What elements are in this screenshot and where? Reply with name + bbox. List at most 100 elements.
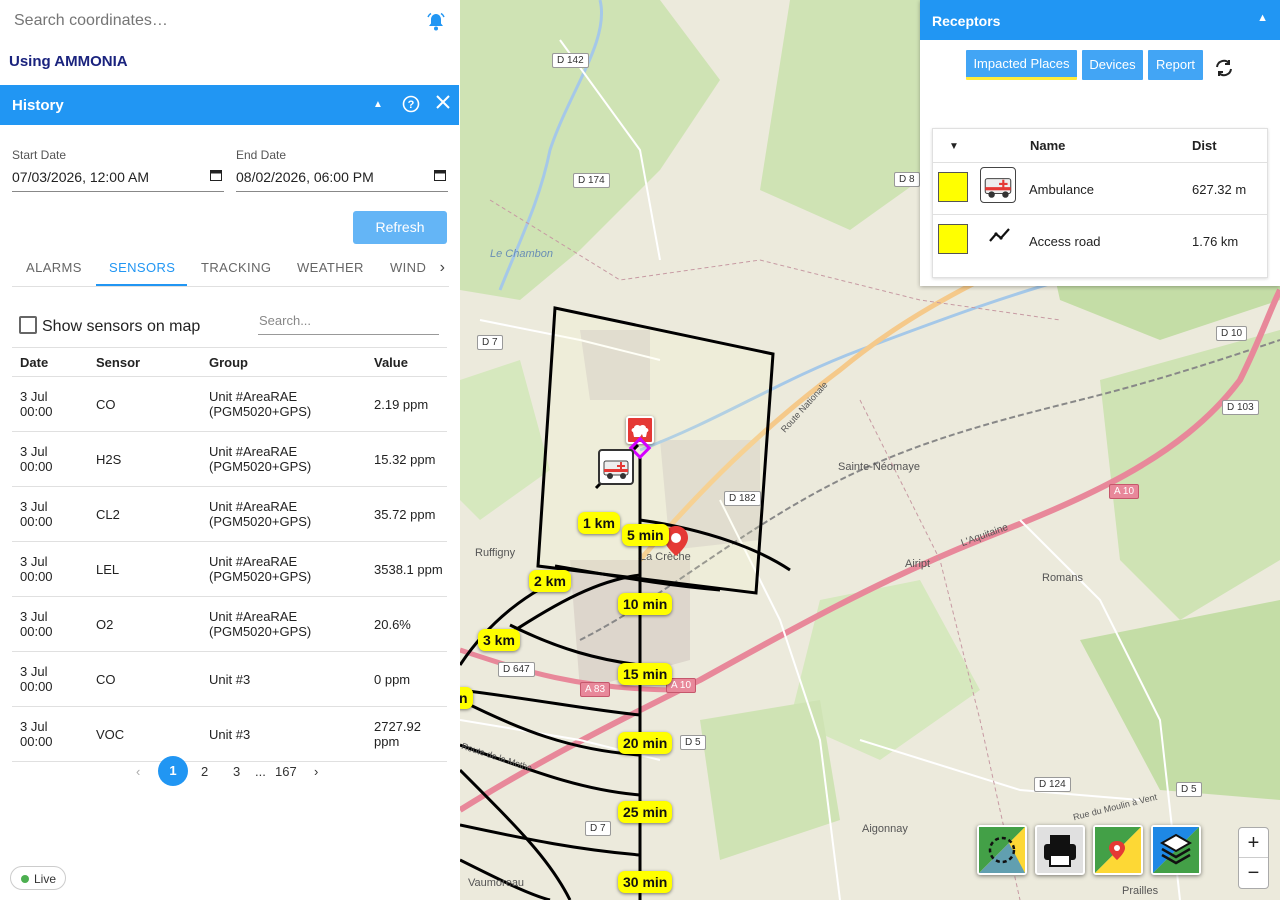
left-panel: Using AMMONIA History ▲ ? Start Date 07/… <box>0 0 460 900</box>
devices-button[interactable]: Devices <box>1082 50 1143 80</box>
place-aiript: Aiript <box>905 558 931 570</box>
cell-value: 0 ppm <box>366 651 447 707</box>
zoom-in-button[interactable]: + <box>1239 828 1268 858</box>
page-link[interactable]: 3 <box>233 764 240 779</box>
report-button[interactable]: Report <box>1148 50 1203 80</box>
cell-group-line: (PGM5020+GPS) <box>209 624 312 639</box>
tab-alarms[interactable]: ALARMS <box>26 260 82 275</box>
close-icon[interactable] <box>436 95 450 113</box>
road-tag: A 83 <box>580 682 611 697</box>
chevron-right-icon[interactable]: › <box>314 764 318 779</box>
sync-icon[interactable] <box>1214 59 1234 82</box>
show-sensors-toggle[interactable]: Show sensors on map <box>19 316 200 336</box>
distance-label: 1 km <box>578 512 620 534</box>
place-sainte-neomaye: Sainte-Néomaye <box>838 461 920 473</box>
time-label: 15 min <box>618 663 673 685</box>
calendar-icon[interactable] <box>434 169 446 184</box>
collapse-icon[interactable]: ▲ <box>1257 12 1268 24</box>
print-button[interactable] <box>1035 825 1085 875</box>
cell-sensor: LEL <box>88 541 201 597</box>
color-swatch[interactable] <box>938 172 968 202</box>
sensor-table: Date Sensor Group Value 3 Jul 00:00 CO Unit… <box>12 347 447 762</box>
place-vaumoreau: Vaumoreau <box>468 877 525 889</box>
table-row[interactable]: Ambulance 627.32 m <box>933 162 1267 214</box>
cell-value: 15.32 ppm <box>366 431 447 487</box>
chemical-label: Using AMMONIA <box>9 53 128 70</box>
history-header: History ▲ ? <box>0 85 459 125</box>
chevron-left-icon[interactable]: ‹ <box>136 764 140 779</box>
impacted-places-button[interactable]: Impacted Places <box>966 50 1077 80</box>
tab-sensors[interactable]: SENSORS <box>109 260 175 275</box>
cell-group-line: (PGM5020+GPS) <box>209 459 312 474</box>
column-header-value[interactable]: Value <box>366 347 447 377</box>
help-icon[interactable]: ? <box>402 95 420 117</box>
distance-label: n <box>460 687 473 709</box>
cell-date-line: 00:00 <box>20 569 53 584</box>
zoom-out-button[interactable]: − <box>1239 858 1268 888</box>
table-row[interactable]: 3 Jul 00:00 CO Unit #3 0 ppm <box>12 651 447 707</box>
table-row[interactable]: 3 Jul 00:00 O2 Unit #AreaRAE (PGM5020+GPS) 20… <box>12 596 447 652</box>
column-header-name[interactable]: Name <box>1030 138 1065 153</box>
calendar-icon[interactable] <box>210 169 222 184</box>
cell-group: Unit #AreaRAE (PGM5020+GPS) <box>201 541 366 597</box>
cell-group-line: (PGM5020+GPS) <box>209 514 312 529</box>
collapse-icon[interactable]: ▲ <box>373 99 383 110</box>
sensor-search-input[interactable]: Search... <box>258 310 439 335</box>
cell-date-line: 00:00 <box>20 514 53 529</box>
start-date-input[interactable]: 07/03/2026, 12:00 AM <box>12 169 224 192</box>
column-header-dist[interactable]: Dist <box>1192 138 1217 153</box>
table-row[interactable]: 3 Jul 00:00 VOC Unit #3 2727.92 ppm <box>12 706 447 762</box>
tab-wind[interactable]: WIND <box>390 260 426 275</box>
receptor-distance: 1.76 km <box>1192 234 1239 249</box>
start-date-label: Start Date <box>12 148 67 162</box>
ambulance-marker-icon[interactable] <box>598 449 634 485</box>
cell-date: 3 Jul 00:00 <box>12 431 88 487</box>
cell-group-line: (PGM5020+GPS) <box>209 569 312 584</box>
sort-icon[interactable]: ▼ <box>949 141 959 152</box>
time-label: 30 min <box>618 871 673 893</box>
distance-label: 2 km <box>529 570 571 592</box>
column-header-group[interactable]: Group <box>201 347 366 377</box>
bell-icon[interactable] <box>426 12 446 37</box>
cell-date: 3 Jul 00:00 <box>12 596 88 652</box>
table-row[interactable]: 3 Jul 00:00 LEL Unit #AreaRAE (PGM5020+GPS) 3… <box>12 541 447 597</box>
receptor-name: Access road <box>1029 234 1101 249</box>
table-row[interactable]: 3 Jul 00:00 CO Unit #AreaRAE (PGM5020+GPS) 2.… <box>12 376 447 432</box>
svg-text:?: ? <box>408 99 415 111</box>
refresh-button[interactable]: Refresh <box>353 211 447 244</box>
page-link[interactable]: 167 <box>275 764 297 779</box>
table-row[interactable]: 3 Jul 00:00 CL2 Unit #AreaRAE (PGM5020+GPS) 3… <box>12 486 447 542</box>
tab-weather[interactable]: WEATHER <box>297 260 364 275</box>
page-current[interactable]: 1 <box>158 756 188 786</box>
live-badge[interactable]: Live <box>10 866 66 890</box>
receptors-title: Receptors <box>932 13 1001 29</box>
cell-sensor: O2 <box>88 596 201 652</box>
measure-button[interactable] <box>1093 825 1143 875</box>
cell-group-line: Unit #AreaRAE <box>209 609 298 624</box>
cell-group-line: Unit #AreaRAE <box>209 499 298 514</box>
cell-date-line: 00:00 <box>20 679 53 694</box>
draw-area-button[interactable] <box>977 825 1027 875</box>
ambulance-icon <box>980 167 1016 203</box>
table-row[interactable]: Access road 1.76 km <box>933 214 1267 266</box>
page-link[interactable]: 2 <box>201 764 208 779</box>
road-tag: D 124 <box>1034 777 1071 792</box>
tab-tracking[interactable]: TRACKING <box>201 260 271 275</box>
history-title: History <box>12 97 64 114</box>
color-swatch[interactable] <box>938 224 968 254</box>
show-sensors-checkbox[interactable] <box>19 316 37 334</box>
column-header-sensor[interactable]: Sensor <box>88 347 201 377</box>
road-tag: D 142 <box>552 53 589 68</box>
cell-value-line: 3538.1 ppm <box>374 561 443 577</box>
chevron-right-icon[interactable]: › <box>440 259 445 277</box>
cell-date-line: 3 Jul <box>20 554 48 569</box>
cell-value: 35.72 ppm <box>366 486 447 542</box>
zoom-control: + − <box>1238 827 1269 889</box>
coordinate-search-input[interactable] <box>0 0 400 42</box>
cell-group: Unit #3 <box>201 651 366 707</box>
receptors-header: Receptors ▲ <box>920 0 1280 40</box>
end-date-input[interactable]: 08/02/2026, 06:00 PM <box>236 169 448 192</box>
column-header-date[interactable]: Date <box>12 347 88 377</box>
table-row[interactable]: 3 Jul 00:00 H2S Unit #AreaRAE (PGM5020+GPS) 1… <box>12 431 447 487</box>
layers-button[interactable] <box>1151 825 1201 875</box>
